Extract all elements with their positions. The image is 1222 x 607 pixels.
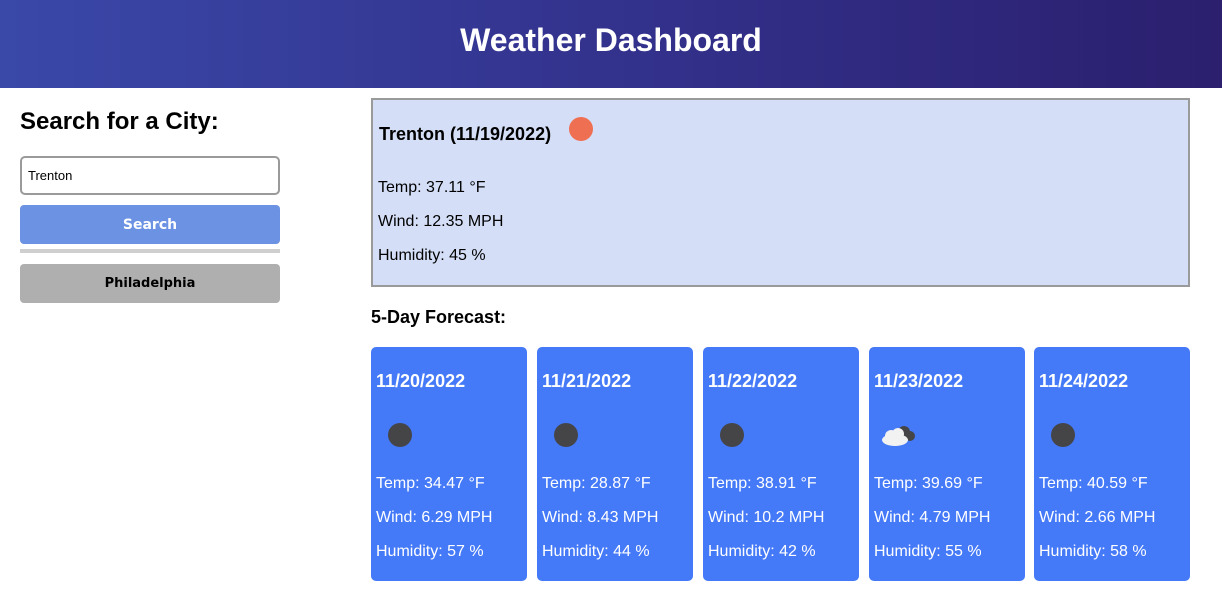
cloud-night-icon <box>882 426 915 446</box>
forecast-humidity: Humidity: 58 % <box>1039 543 1147 560</box>
search-heading: Search for a City: <box>20 108 219 135</box>
forecast-date: 11/22/2022 <box>708 371 798 391</box>
current-weather-panel: Trenton (11/19/2022) Temp: 37.11 °F Wind… <box>371 98 1190 287</box>
moon-icon <box>554 423 578 447</box>
moon-icon <box>1051 423 1075 447</box>
forecast-wind: Wind: 4.79 MPH <box>874 509 991 526</box>
forecast-wind: Wind: 8.43 MPH <box>542 509 659 526</box>
forecast-humidity: Humidity: 55 % <box>874 543 982 560</box>
forecast-date: 11/24/2022 <box>1039 371 1129 391</box>
forecast-card: 11/22/2022 Temp: 38.91 °F Wind: 10.2 MPH… <box>703 347 859 581</box>
search-button[interactable]: Search <box>20 205 280 244</box>
forecast-humidity: Humidity: 42 % <box>708 543 816 560</box>
forecast-date: 11/21/2022 <box>542 371 632 391</box>
page-title: Weather Dashboard <box>460 21 762 58</box>
forecast-humidity: Humidity: 57 % <box>376 543 484 560</box>
forecast-wind: Wind: 6.29 MPH <box>376 509 493 526</box>
forecast-temp: Temp: 39.69 °F <box>874 475 983 492</box>
forecast-card: 11/21/2022 Temp: 28.87 °F Wind: 8.43 MPH… <box>537 347 693 581</box>
forecast-date: 11/20/2022 <box>376 371 466 391</box>
moon-icon <box>720 423 744 447</box>
forecast-temp: Temp: 40.59 °F <box>1039 475 1148 492</box>
forecast-temp: Temp: 38.91 °F <box>708 475 817 492</box>
forecast-temp: Temp: 34.47 °F <box>376 475 485 492</box>
forecast-humidity: Humidity: 44 % <box>542 543 650 560</box>
current-city-date: Trenton (11/19/2022) <box>379 124 552 144</box>
moon-icon <box>388 423 412 447</box>
current-wind: Wind: 12.35 MPH <box>378 213 504 230</box>
current-humidity: Humidity: 45 % <box>378 247 486 264</box>
search-sidebar: Search for a City: Search Philadelphia <box>20 88 280 303</box>
forecast-card: 11/23/2022 Temp: 39.69 °F Wind: 4.79 MPH… <box>869 347 1025 581</box>
forecast-card: 11/24/2022 Temp: 40.59 °F Wind: 2.66 MPH… <box>1034 347 1190 581</box>
forecast-title: 5-Day Forecast: <box>371 307 507 327</box>
app-header: Weather Dashboard <box>0 0 1222 88</box>
sidebar-divider <box>20 249 280 253</box>
city-search-input[interactable] <box>20 156 280 195</box>
forecast-wind: Wind: 2.66 MPH <box>1039 509 1156 526</box>
forecast-card: 11/20/2022 Temp: 34.47 °F Wind: 6.29 MPH… <box>371 347 527 581</box>
history-button-philadelphia[interactable]: Philadelphia <box>20 264 280 303</box>
sun-icon <box>569 117 593 141</box>
forecast-temp: Temp: 28.87 °F <box>542 475 651 492</box>
forecast-wind: Wind: 10.2 MPH <box>708 509 825 526</box>
forecast-date: 11/23/2022 <box>874 371 964 391</box>
current-temp: Temp: 37.11 °F <box>378 179 486 196</box>
